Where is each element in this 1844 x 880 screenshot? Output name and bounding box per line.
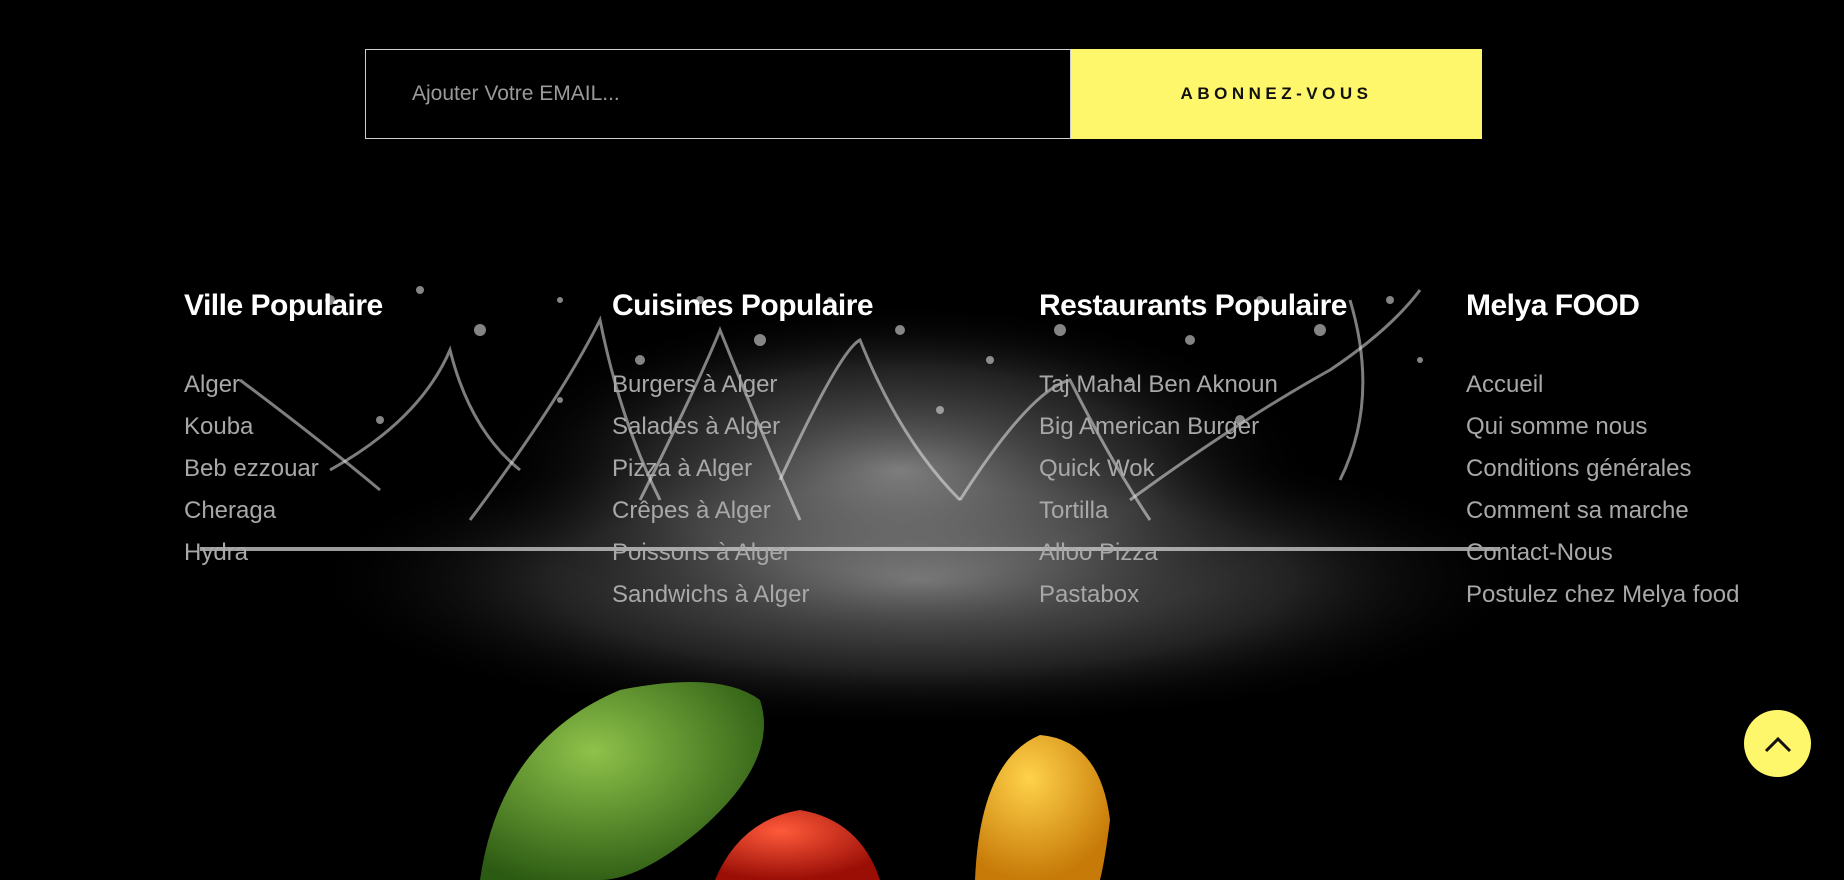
email-input[interactable] [365,49,1071,139]
footer-link[interactable]: Poissons à Alger [612,532,873,574]
footer-link[interactable]: Burgers à Alger [612,364,873,406]
footer-link[interactable]: Salades à Alger [612,406,873,448]
footer-link[interactable]: Quick Wok [1039,448,1347,490]
footer-link[interactable]: Conditions générales [1466,448,1739,490]
footer-link[interactable]: Accueil [1466,364,1739,406]
footer-link[interactable]: Contact-Nous [1466,532,1739,574]
footer-link[interactable]: Pizza à Alger [612,448,873,490]
column-title: Cuisines Populaire [612,289,874,322]
footer-column-cities: Ville Populaire Alger Kouba Beb ezzouar … [184,282,383,574]
footer-link[interactable]: Big American Burger [1039,406,1347,448]
footer-column-melya-food: Melya FOOD Accueil Qui somme nous Condit… [1466,282,1739,616]
back-to-top-button[interactable] [1744,710,1811,777]
footer-link[interactable]: Qui somme nous [1466,406,1739,448]
footer-link[interactable]: Crêpes à Alger [612,490,873,532]
column-title: Melya FOOD [1466,289,1640,322]
footer-link[interactable]: Postulez chez Melya food [1466,574,1739,616]
footer-link[interactable]: Tortilla [1039,490,1347,532]
footer-column-cuisines: Cuisines Populaire Burgers à Alger Salad… [612,282,874,616]
subscribe-button[interactable]: ABONNEZ-VOUS [1071,49,1482,139]
footer-column-restaurants: Restaurants Populaire Taj Mahal Ben Akno… [1039,282,1347,616]
footer-link[interactable]: Pastabox [1039,574,1347,616]
footer-link[interactable]: Beb ezzouar [184,448,383,490]
newsletter-form: ABONNEZ-VOUS [365,49,1482,139]
footer-link[interactable]: Cheraga [184,490,383,532]
link-list: Accueil Qui somme nous Conditions généra… [1466,364,1739,616]
footer-link[interactable]: Alloo Pizza [1039,532,1347,574]
column-title: Ville Populaire [184,289,383,322]
link-list: Alger Kouba Beb ezzouar Cheraga Hydra [184,364,383,574]
footer-link[interactable]: Alger [184,364,383,406]
footer-link[interactable]: Sandwichs à Alger [612,574,873,616]
link-list: Taj Mahal Ben Aknoun Big American Burger… [1039,364,1347,616]
column-title: Restaurants Populaire [1039,289,1347,322]
footer-link[interactable]: Comment sa marche [1466,490,1739,532]
footer-link[interactable]: Kouba [184,406,383,448]
footer-link[interactable]: Hydra [184,532,383,574]
footer-link[interactable]: Taj Mahal Ben Aknoun [1039,364,1347,406]
link-list: Burgers à Alger Salades à Alger Pizza à … [612,364,873,616]
chevron-up-icon [1764,736,1791,752]
